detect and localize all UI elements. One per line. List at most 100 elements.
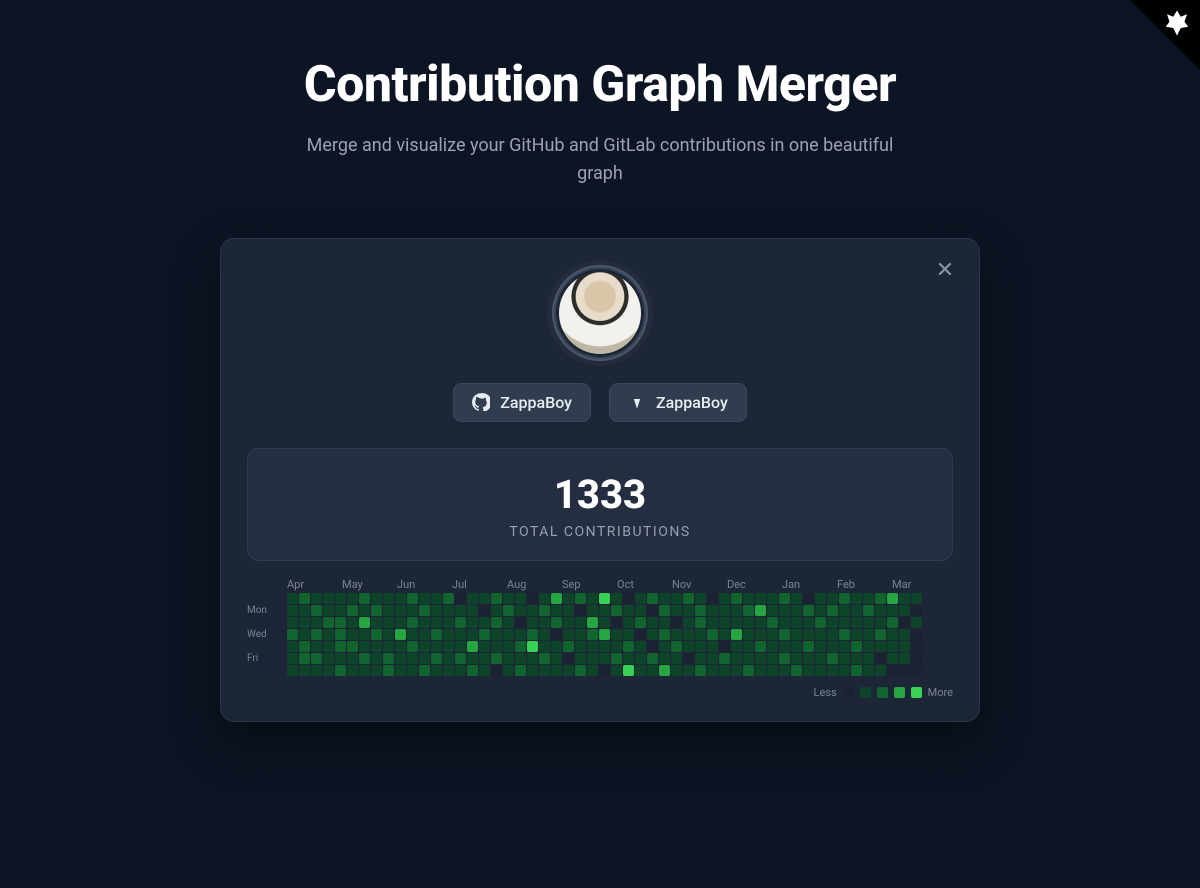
calendar-day xyxy=(455,605,466,616)
calendar-day xyxy=(395,641,406,652)
calendar-day xyxy=(863,593,874,604)
calendar-day xyxy=(323,665,334,676)
calendar-day xyxy=(551,593,562,604)
calendar-day xyxy=(623,629,634,640)
calendar-day xyxy=(791,665,802,676)
calendar-day xyxy=(659,641,670,652)
calendar-day xyxy=(767,665,778,676)
total-contributions-value: 1333 xyxy=(258,471,942,518)
calendar-day xyxy=(539,665,550,676)
calendar-day xyxy=(575,653,586,664)
calendar-day xyxy=(707,605,718,616)
calendar-day xyxy=(371,593,382,604)
calendar-day xyxy=(683,641,694,652)
calendar-day xyxy=(707,653,718,664)
day-label: Mon xyxy=(247,605,287,616)
calendar-week xyxy=(431,593,442,676)
calendar-day xyxy=(779,617,790,628)
calendar-day xyxy=(743,617,754,628)
calendar-day xyxy=(791,617,802,628)
calendar-day xyxy=(335,593,346,604)
month-label: Sep xyxy=(562,578,617,591)
calendar-day xyxy=(911,593,922,604)
calendar-day xyxy=(635,605,646,616)
calendar-day xyxy=(851,653,862,664)
calendar-day xyxy=(503,605,514,616)
calendar-week xyxy=(707,593,718,676)
calendar-week xyxy=(527,593,538,676)
calendar-day xyxy=(551,653,562,664)
calendar-day xyxy=(767,641,778,652)
calendar-day xyxy=(383,641,394,652)
calendar-day xyxy=(443,653,454,664)
calendar-day xyxy=(755,617,766,628)
calendar-week xyxy=(839,593,850,676)
calendar-day xyxy=(563,605,574,616)
corner-ribbon[interactable] xyxy=(1130,0,1200,70)
calendar-day xyxy=(635,593,646,604)
calendar-week xyxy=(551,593,562,676)
calendar-day xyxy=(695,641,706,652)
calendar-day xyxy=(491,629,502,640)
github-chip[interactable]: ZappaBoy xyxy=(453,383,591,422)
gitlab-chip[interactable]: ZappaBoy xyxy=(609,383,747,422)
calendar-day xyxy=(731,617,742,628)
calendar-day xyxy=(875,605,886,616)
calendar-day xyxy=(431,653,442,664)
page-subtitle: Merge and visualize your GitHub and GitL… xyxy=(290,132,910,188)
calendar-day xyxy=(383,593,394,604)
calendar-day xyxy=(443,629,454,640)
calendar-day xyxy=(311,617,322,628)
calendar-day xyxy=(347,629,358,640)
calendar-day xyxy=(575,665,586,676)
calendar-day xyxy=(383,653,394,664)
calendar-day xyxy=(287,665,298,676)
calendar-week xyxy=(575,593,586,676)
calendar-day xyxy=(467,629,478,640)
calendar-day xyxy=(887,641,898,652)
calendar-day xyxy=(359,605,370,616)
calendar-day xyxy=(515,605,526,616)
calendar-day xyxy=(431,617,442,628)
calendar-day xyxy=(371,617,382,628)
calendar-week xyxy=(623,593,634,676)
calendar-day xyxy=(611,641,622,652)
calendar-day xyxy=(827,593,838,604)
calendar-day xyxy=(875,617,886,628)
calendar-day xyxy=(791,653,802,664)
calendar-day xyxy=(611,593,622,604)
calendar-day xyxy=(467,617,478,628)
calendar-day xyxy=(839,605,850,616)
calendar-week xyxy=(359,593,370,676)
calendar-day xyxy=(695,605,706,616)
calendar-day xyxy=(683,593,694,604)
calendar-day xyxy=(563,665,574,676)
calendar-day xyxy=(539,629,550,640)
month-label: Jul xyxy=(452,578,507,591)
calendar-day xyxy=(779,665,790,676)
calendar-day xyxy=(575,593,586,604)
calendar-day xyxy=(479,593,490,604)
calendar-day xyxy=(875,641,886,652)
close-button[interactable]: ✕ xyxy=(931,257,959,285)
calendar-week xyxy=(407,593,418,676)
legend-swatch-4 xyxy=(911,687,922,698)
calendar-day xyxy=(623,593,634,604)
calendar-day xyxy=(911,629,922,640)
calendar-day xyxy=(323,617,334,628)
calendar-day xyxy=(815,605,826,616)
calendar-day xyxy=(839,653,850,664)
calendar-week xyxy=(755,593,766,676)
calendar-day xyxy=(575,617,586,628)
calendar-week xyxy=(599,593,610,676)
calendar-day xyxy=(419,617,430,628)
calendar-day xyxy=(515,653,526,664)
calendar-day xyxy=(347,665,358,676)
calendar-day xyxy=(551,665,562,676)
calendar-day xyxy=(887,653,898,664)
calendar-day xyxy=(767,617,778,628)
calendar-day xyxy=(287,605,298,616)
calendar-day xyxy=(503,653,514,664)
calendar-day xyxy=(323,641,334,652)
calendar-day xyxy=(419,593,430,604)
